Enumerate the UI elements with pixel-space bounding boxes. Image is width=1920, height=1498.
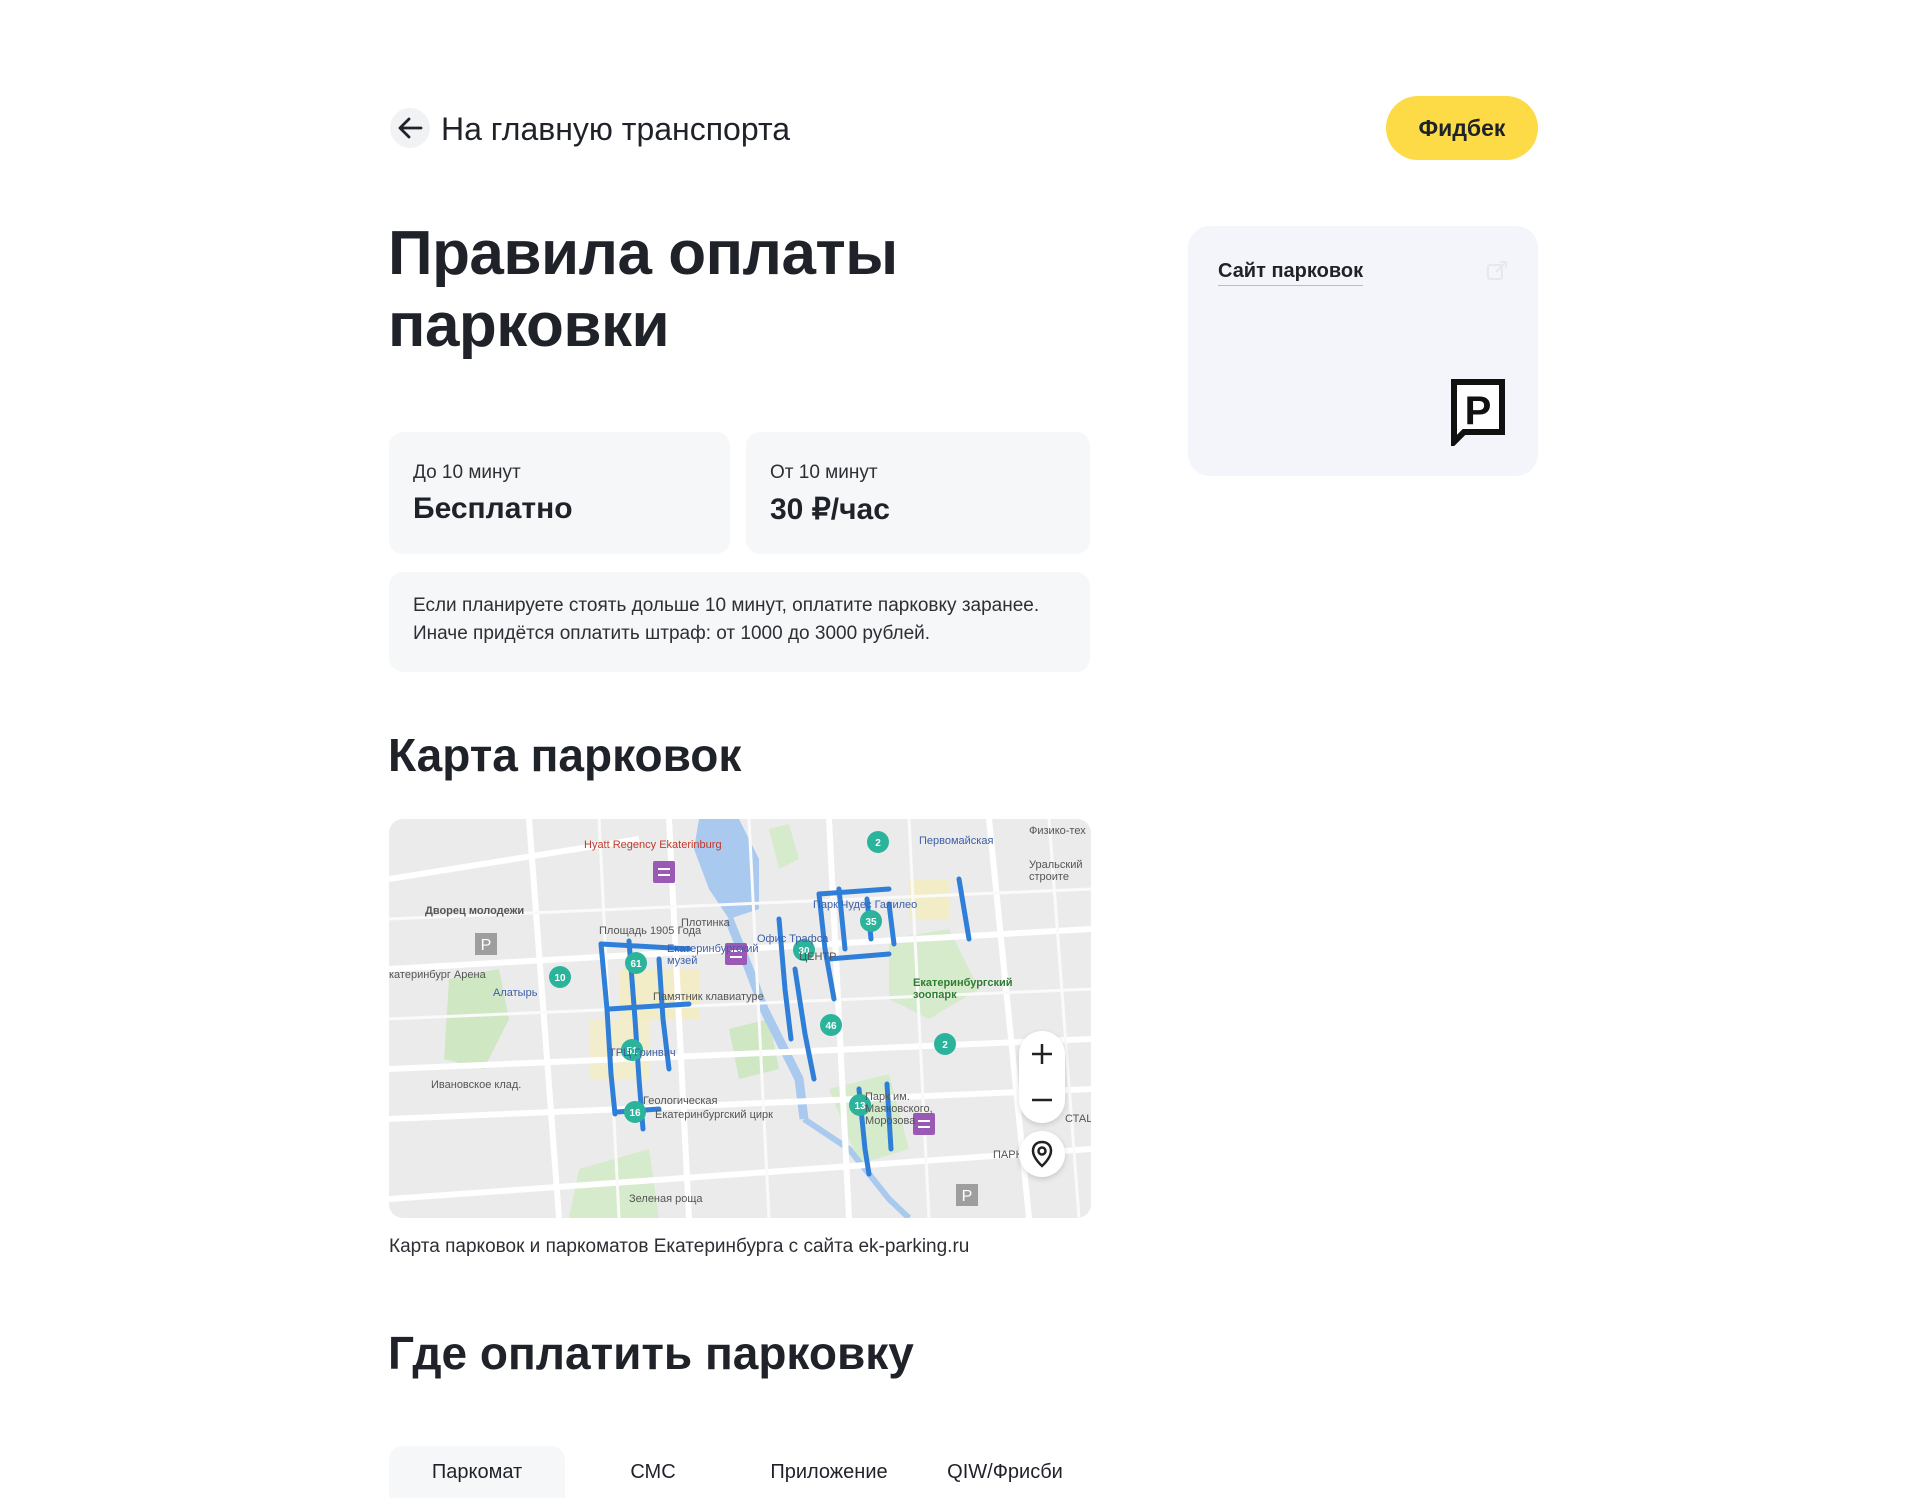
- plus-icon: [1032, 1044, 1052, 1064]
- map-label: Парк Чудес Галилео: [813, 899, 918, 911]
- map-label: Памятник клавиатуре: [653, 991, 764, 1003]
- cluster-label: 46: [825, 1021, 837, 1032]
- map-label: СТАЦ: [1065, 1113, 1091, 1125]
- map-label: Алатырь: [493, 987, 538, 999]
- cluster-label: 35: [865, 917, 877, 928]
- tariff-condition: До 10 минут: [413, 462, 521, 483]
- tab-sms[interactable]: СМС: [565, 1446, 741, 1498]
- parking-sign-icon: P: [1451, 379, 1505, 446]
- map-caption: Карта парковок и паркоматов Екатеринбург…: [389, 1236, 970, 1257]
- tariff-price: 30 ₽/час: [770, 493, 890, 526]
- minus-icon: [1032, 1098, 1052, 1102]
- map-label: катеринбург Арена: [389, 969, 486, 981]
- map-label: Площадь 1905 Года: [599, 925, 702, 937]
- svg-text:P: P: [1465, 389, 1492, 433]
- payment-section-title: Где оплатить парковку: [388, 1327, 914, 1379]
- cluster-label: 10: [554, 973, 566, 984]
- back-link-label[interactable]: На главную транспорта: [441, 108, 790, 150]
- map-label: ТРЦ Гринвич: [609, 1047, 676, 1059]
- map-section-title: Карта парковок: [388, 729, 742, 781]
- parking-site-card[interactable]: Сайт парковок P: [1188, 226, 1538, 476]
- tab-parkomat[interactable]: Паркомат: [389, 1446, 565, 1498]
- map-label: ЦЕНТР: [799, 951, 837, 963]
- map-label: Hyatt Regency Ekaterinburg: [584, 839, 722, 851]
- map-label: Екатеринбургский цирк: [655, 1109, 773, 1121]
- tariff-price: Бесплатно: [413, 492, 573, 525]
- map-label: Первомайская: [919, 835, 994, 847]
- map-label: Дворец молодежи: [425, 905, 525, 917]
- feedback-button[interactable]: Фидбек: [1386, 96, 1538, 160]
- tab-qiwi[interactable]: QIW/Фрисби: [917, 1446, 1093, 1498]
- cluster-label: 16: [629, 1108, 641, 1119]
- map-label: ПАРК: [993, 1149, 1022, 1161]
- fine-notice: Если планируете стоять дольше 10 минут, …: [389, 572, 1090, 672]
- back-button[interactable]: [390, 108, 430, 148]
- cluster-label: 61: [630, 959, 642, 970]
- svg-text:P: P: [481, 937, 492, 954]
- cluster-label: 2: [875, 838, 881, 849]
- map-canvas[interactable]: 2 35 30 61 10 46 2 51 16 13 P P: [389, 819, 1091, 1218]
- page-title: Правила оплаты парковки: [388, 219, 898, 360]
- map-label: Зеленая роща: [629, 1193, 703, 1205]
- map-label: Ивановское клад.: [431, 1079, 522, 1091]
- map-label: Геологическая: [643, 1095, 718, 1107]
- tariff-card-free: До 10 минут Бесплатно: [389, 432, 730, 554]
- zoom-control: [1019, 1031, 1065, 1123]
- map-label: Офис Трафса: [757, 933, 829, 945]
- tab-app[interactable]: Приложение: [741, 1446, 917, 1498]
- external-link-icon: [1487, 261, 1507, 280]
- tariff-card-paid: От 10 минут 30 ₽/час: [746, 432, 1090, 554]
- arrow-left-icon: [398, 117, 423, 139]
- svg-text:P: P: [962, 1188, 973, 1205]
- cluster-label: 2: [942, 1040, 948, 1051]
- tariff-condition: От 10 минут: [770, 462, 878, 483]
- zoom-out-button[interactable]: [1019, 1077, 1065, 1123]
- payment-tabs: Паркомат СМС Приложение QIW/Фрисби: [389, 1446, 1091, 1498]
- map-label: Уральский строите: [1029, 859, 1083, 883]
- parking-site-link[interactable]: Сайт парковок: [1218, 260, 1364, 286]
- map-label: Физико-тех: [1029, 825, 1086, 837]
- fine-notice-text: Если планируете стоять дольше 10 минут, …: [413, 595, 1040, 644]
- map-label: Парк им. Маяковского, Морозова: [865, 1091, 933, 1127]
- geolocation-button[interactable]: [1019, 1131, 1065, 1177]
- zoom-in-button[interactable]: [1019, 1031, 1065, 1077]
- location-pin-icon: [1031, 1140, 1053, 1168]
- map-label: Екатеринбургский музей: [667, 943, 759, 967]
- map-label: Екатеринбургский зоопарк: [913, 977, 1013, 1001]
- parking-map[interactable]: 2 35 30 61 10 46 2 51 16 13 P P Hyatt Re…: [389, 819, 1091, 1218]
